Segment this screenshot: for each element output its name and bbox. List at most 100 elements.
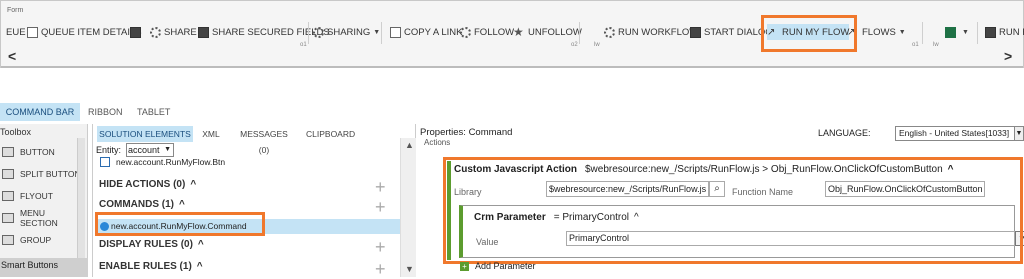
toolbox-scrollbar[interactable] <box>77 138 85 258</box>
document-icon <box>27 26 38 38</box>
scroll-down-icon[interactable]: ▼ <box>405 264 414 274</box>
scroll-right-icon[interactable]: > <box>1004 48 1012 64</box>
sharing-gear-icon <box>313 26 324 38</box>
ribbon-button-label: SHARING <box>327 26 371 38</box>
section-label: ENABLE RULES (1) <box>99 261 192 272</box>
ribbon-button-copy-link[interactable]: COPY A LINK <box>390 24 462 40</box>
section-label: DISPLAY RULES (0) <box>99 239 193 250</box>
scroll-up-icon[interactable]: ▲ <box>405 140 414 150</box>
ribbon-button-run-workflow[interactable]: RUN WORKFLOW <box>604 24 698 40</box>
ribbon-separator <box>977 22 978 44</box>
ribbon-button-label: RUN WORKFLOW <box>618 26 699 38</box>
toolbox-item-label: MENU SECTION <box>20 208 58 228</box>
section-enable-rules[interactable]: ENABLE RULES (1) ^ <box>99 261 203 272</box>
tab-ribbon[interactable]: RIBBON <box>88 103 123 121</box>
toolbox-item-flyout[interactable]: FLYOUT <box>2 188 84 204</box>
entity-label: Entity: <box>96 145 122 155</box>
chevron-up-icon: ^ <box>190 179 197 190</box>
toolbox-item-label: FLYOUT <box>20 191 53 201</box>
ribbon-button-excel[interactable]: ▼ <box>945 24 969 40</box>
secured-fields-icon <box>198 26 209 38</box>
ribbon-button-run-report[interactable]: RUN R <box>985 24 1024 40</box>
section-display-rules[interactable]: DISPLAY RULES (0) ^ <box>99 239 204 250</box>
dialog-icon <box>690 26 701 38</box>
ribbon-button-label: QUEUE ITEM DETAILS <box>41 26 142 38</box>
ribbon-separator <box>381 22 382 44</box>
section-label: COMMANDS (1) <box>99 199 174 210</box>
smart-buttons-header[interactable]: Smart Buttons <box>0 258 88 277</box>
ribbon-button-share-secured-fields[interactable]: SHARE SECURED FIELDS <box>198 24 330 40</box>
tab-messages[interactable]: MESSAGES (0) <box>236 126 292 155</box>
ribbon-separator <box>922 22 923 44</box>
ribbon-button-label: RUN R <box>999 26 1024 38</box>
run-report-icon <box>985 26 996 38</box>
entity-select[interactable]: account ▼ <box>126 143 174 157</box>
button-list-item[interactable]: new.account.RunMyFlow.Btn <box>100 157 225 167</box>
chevron-down-icon: ▼ <box>373 28 381 36</box>
chevron-up-icon: ^ <box>196 261 203 272</box>
properties-title: Properties: Command <box>420 127 513 138</box>
solution-elements-scrollbar[interactable]: ▲ ▼ <box>400 138 416 277</box>
group-icon <box>2 235 14 245</box>
ribbon-button-unfollow[interactable]: ★ UNFOLLOW <box>513 24 582 40</box>
ribbon-button-label: UNFOLLOW <box>528 26 582 38</box>
add-icon: + <box>460 261 469 271</box>
add-parameter-label: Add Parameter <box>475 261 536 271</box>
add-enable-rule-icon[interactable]: + <box>375 260 386 278</box>
highlight-box-run-my-flow <box>761 15 857 52</box>
workflow-icon <box>604 26 615 38</box>
chevron-up-icon: ^ <box>179 199 185 210</box>
ribbon-button-queue-item-details[interactable]: QUEUE ITEM DETAILS <box>27 24 142 40</box>
add-parameter-button[interactable]: + Add Parameter <box>460 261 536 271</box>
ribbon-button-label: FLOWS <box>862 26 896 38</box>
form-label: Form <box>7 7 24 14</box>
ribbon-button-sharing[interactable]: SHARING ▼ <box>313 24 380 40</box>
highlight-box-action <box>443 157 1023 264</box>
flyout-icon <box>2 191 14 201</box>
add-command-icon[interactable]: + <box>375 198 386 216</box>
add-display-rule-icon[interactable]: + <box>375 238 386 256</box>
entity-select-value: account <box>128 145 160 155</box>
tab-command-bar[interactable]: COMMAND BAR <box>0 103 80 121</box>
highlight-box-command <box>95 212 265 236</box>
toolbox-item-button[interactable]: BUTTON <box>2 144 84 160</box>
toolbox-item-label: SPLIT BUTTON <box>20 169 81 179</box>
button-list-item-label: new.account.RunMyFlow.Btn <box>116 157 226 167</box>
ribbon-button-flows[interactable]: ↗ FLOWS ▼ <box>847 24 906 40</box>
add-hide-action-icon[interactable]: + <box>375 178 386 196</box>
ribbon-button-label: EUE <box>6 26 26 38</box>
button-icon <box>2 147 14 157</box>
ribbon-separator <box>308 22 309 44</box>
section-hide-actions[interactable]: HIDE ACTIONS (0) ^ <box>99 179 196 190</box>
excel-icon <box>945 26 956 38</box>
toolbox-item-group[interactable]: GROUP <box>2 232 84 248</box>
designer-tabs: COMMAND BAR RIBBON TABLET <box>0 103 1024 121</box>
ribbon-button-label: FOLLOW <box>474 26 515 38</box>
chevron-down-icon: ▼ <box>898 28 906 36</box>
toolbox-item-label: BUTTON <box>20 147 55 157</box>
flows-icon: ↗ <box>847 26 856 38</box>
toolbox-item-label: GROUP <box>20 235 52 245</box>
section-commands[interactable]: COMMANDS (1) ^ <box>99 199 185 210</box>
ribbon-button-queue[interactable]: EUE <box>6 24 26 40</box>
language-select[interactable]: English - United States[1033] <box>895 126 1016 141</box>
tab-tablet[interactable]: TABLET <box>137 103 170 121</box>
chevron-down-icon[interactable]: ▼ <box>1014 126 1024 141</box>
ribbon-button-follow[interactable]: FOLLOW <box>460 24 514 40</box>
ribbon-scrollbar[interactable] <box>1 66 1023 68</box>
ribbon-scroll-row: < > <box>0 48 1024 66</box>
copy-link-icon <box>390 26 401 38</box>
section-label: HIDE ACTIONS (0) <box>99 179 186 190</box>
button-icon <box>100 157 110 167</box>
tab-solution-elements[interactable]: SOLUTION ELEMENTS <box>97 126 193 142</box>
chevron-down-icon: ▼ <box>962 28 969 36</box>
unfollow-icon: ★ <box>513 24 524 39</box>
toolbox-item-split-button[interactable]: SPLIT BUTTON <box>2 166 84 182</box>
tab-xml[interactable]: XML <box>198 126 224 142</box>
tab-clipboard[interactable]: CLIPBOARD <box>306 126 355 142</box>
ribbon-button-assign[interactable] <box>130 24 144 40</box>
ribbon-button-share[interactable]: SHARE <box>150 24 197 40</box>
chevron-down-icon: ▼ <box>164 146 171 153</box>
toolbox-item-menu-section[interactable]: MENU SECTION <box>2 208 84 228</box>
scroll-left-icon[interactable]: < <box>8 48 16 64</box>
